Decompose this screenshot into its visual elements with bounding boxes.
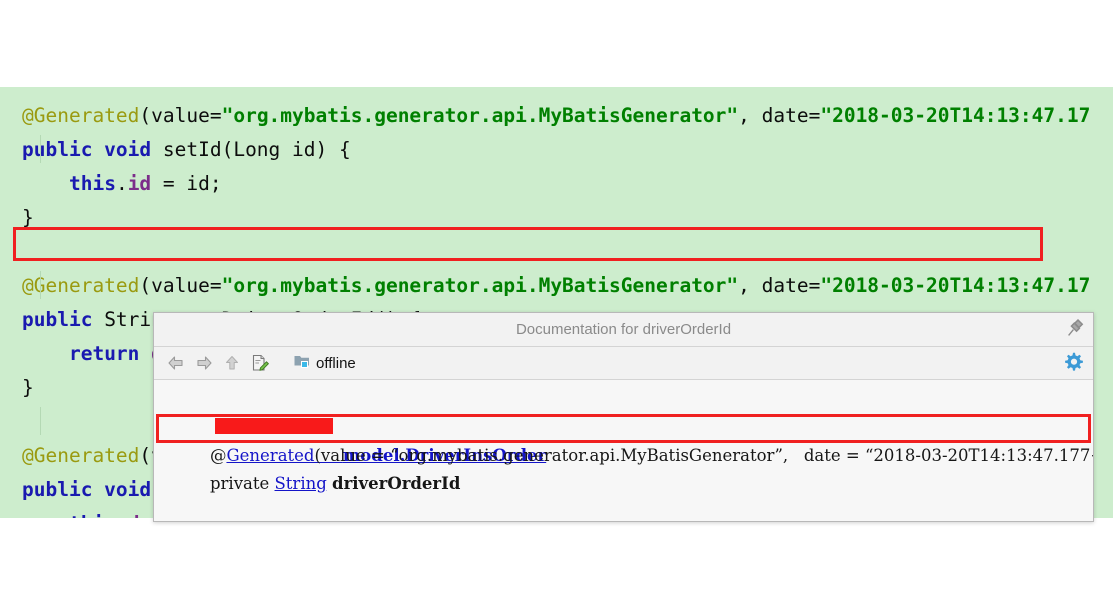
documentation-popup[interactable]: Documentation for driverOrderId offline … <box>153 312 1094 522</box>
arrow-left-icon[interactable] <box>163 351 189 375</box>
code-token: "2018-03-20T14:13:47.17 <box>820 274 1091 297</box>
popup-title-bar: Documentation for driverOrderId <box>154 313 1093 347</box>
line-2-signature[interactable]: public void setId(Long id) { <box>22 133 351 167</box>
code-token: = id; <box>151 172 222 195</box>
code-token: setId(Long id) { <box>162 138 351 161</box>
code-token: this <box>68 172 116 195</box>
code-token: this <box>69 512 116 518</box>
code-token: , date= <box>738 104 821 127</box>
code-token: "2018-03-20T14:13:47.17 <box>820 104 1091 127</box>
line-1-annotation[interactable]: @Generated(value="org.mybatis.generator.… <box>22 99 1090 133</box>
code-token: return <box>68 342 152 365</box>
popup-body: model.DriverInsOrder @Generated(value = … <box>154 380 1093 521</box>
edit-source-icon[interactable] <box>247 351 273 375</box>
line-4-close[interactable]: } <box>22 201 34 235</box>
code-token: @Generated <box>22 444 140 467</box>
pin-icon[interactable] <box>1065 318 1085 339</box>
code-token: "org.mybatis.generator.api.MyBatisGenera… <box>221 104 739 127</box>
code-token: . <box>116 512 128 518</box>
indent-guide <box>40 135 41 163</box>
arrow-right-icon[interactable] <box>191 351 217 375</box>
indent-guide <box>40 271 41 299</box>
doc-package-line: model.DriverInsOrder <box>162 386 1093 465</box>
highlight-box-annotation-line <box>13 227 1043 261</box>
line-6-annotation[interactable]: @Generated(value="org.mybatis.generator.… <box>22 269 1090 303</box>
code-token: } <box>22 206 34 229</box>
doc-annotation-line: @Generated(value = “org.mybatis.generato… <box>162 414 1093 465</box>
line-9-close[interactable]: } <box>22 371 34 405</box>
code-token: (value= <box>139 104 222 127</box>
popup-title: Documentation for driverOrderId <box>515 321 732 338</box>
code-token: } <box>22 376 34 399</box>
screenshot-root: @Generated(value="org.mybatis.generator.… <box>0 0 1113 599</box>
doc-modifier: private <box>209 474 275 493</box>
code-token: public <box>22 308 105 331</box>
code-token: public void <box>22 138 163 161</box>
module-label: offline <box>316 354 356 372</box>
gear-icon[interactable] <box>1062 351 1084 373</box>
line-3-body[interactable]: this.id = id; <box>22 167 222 201</box>
module-folder-icon <box>293 353 311 374</box>
code-token: id <box>127 172 152 195</box>
code-token: public void <box>22 478 163 501</box>
code-token: , date= <box>738 274 821 297</box>
arrow-up-icon[interactable] <box>219 351 245 375</box>
popup-toolbar[interactable]: offline <box>154 347 1093 380</box>
indent-guide <box>40 407 41 435</box>
code-token: @Generated <box>22 104 140 127</box>
code-token: . <box>115 172 128 195</box>
doc-type-link[interactable]: String <box>275 474 327 493</box>
doc-declaration-line: private String driverOrderId <box>162 442 1093 493</box>
code-token: (value= <box>139 274 222 297</box>
code-token: "org.mybatis.generator.api.MyBatisGenera… <box>221 274 739 297</box>
doc-field-name: driverOrderId <box>332 474 461 493</box>
module-selector[interactable]: offline <box>293 353 356 374</box>
